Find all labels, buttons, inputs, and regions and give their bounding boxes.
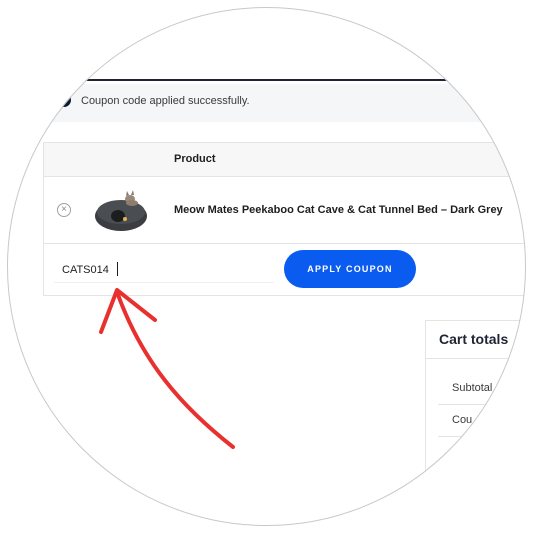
product-name[interactable]: Meow Mates Peekaboo Cat Cave & Cat Tunne…: [174, 204, 503, 216]
totals-row-coupon: Cou: [438, 404, 526, 437]
cart-totals-header: Cart totals: [426, 321, 526, 359]
table-row: × Meow Mates Peekaboo Cat Cave & Cat Tun…: [44, 176, 526, 244]
notice-message: Coupon code applied successfully.: [81, 95, 250, 107]
totals-row-subtotal: Subtotal: [438, 372, 526, 405]
totals-label: Cou: [452, 414, 473, 426]
column-header-product: Product: [174, 153, 216, 165]
remove-circle-icon[interactable]: ×: [57, 203, 71, 217]
table-header: Product: [44, 143, 526, 177]
totals-label: Subtotal: [452, 382, 493, 394]
cart-totals-panel: Cart totals Subtotal Cou: [425, 320, 526, 526]
info-circle-icon: [57, 93, 71, 107]
coupon-notice: Coupon code applied successfully.: [47, 84, 526, 122]
product-thumbnail[interactable]: [92, 186, 150, 234]
magnified-view: Coupon code applied successfully. Produc…: [7, 7, 526, 526]
coupon-code-input[interactable]: [54, 257, 274, 283]
header-divider: [80, 79, 526, 81]
apply-coupon-button[interactable]: APPLY COUPON: [284, 250, 416, 288]
coupon-row: APPLY COUPON: [44, 243, 526, 297]
screenshot-frame: Coupon code applied successfully. Produc…: [0, 0, 533, 533]
text-caret: [117, 262, 118, 276]
cart-table: Product × Meow Mates Peekaboo Cat Cave &…: [43, 142, 526, 296]
cart-totals-title: Cart totals: [439, 331, 509, 347]
